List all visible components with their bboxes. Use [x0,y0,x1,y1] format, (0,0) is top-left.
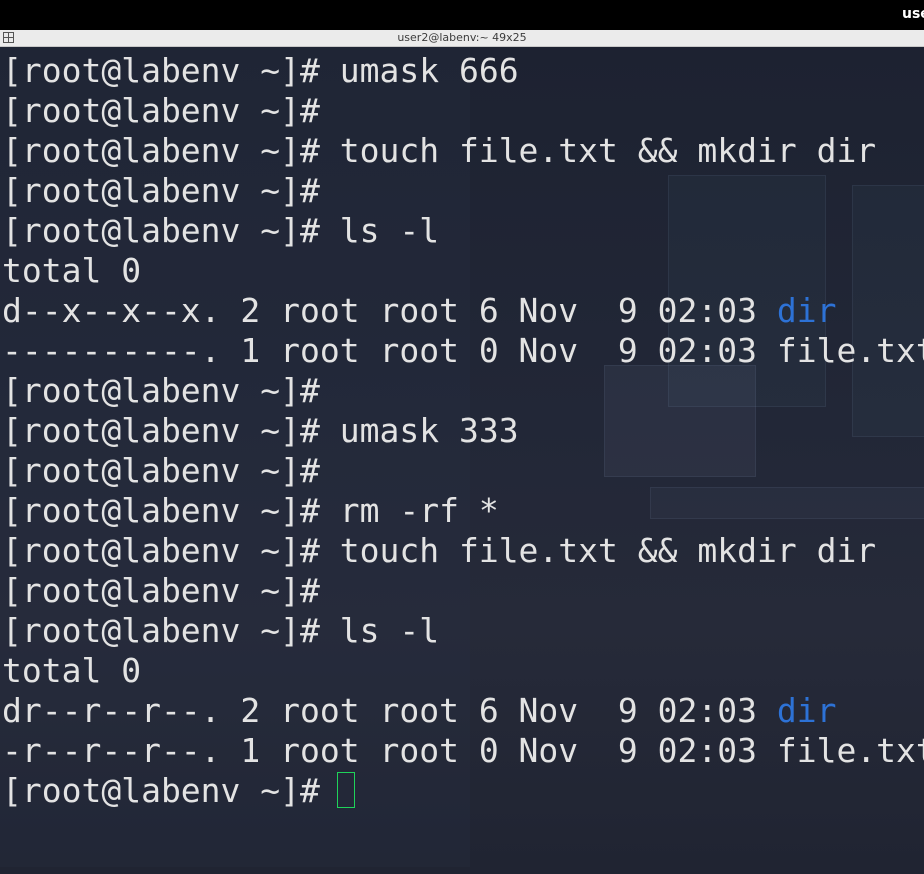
terminal-lines: [root@labenv ~]# umask 666 [root@labenv ~… [2,51,924,811]
terminal-line-text: [root@labenv ~]# [2,171,320,210]
terminal-line: dr--r--r--. 2 root root 6 Nov 9 02:03 di… [2,691,924,731]
terminal-line: total 0 [2,251,924,291]
directory-name: dir [776,291,837,330]
terminal-line-text: [root@labenv ~]# touch file.txt && mkdir… [2,131,877,170]
terminal-line: [root@labenv ~]# rm -rf * [2,491,924,531]
terminal-line: [root@labenv ~]# [2,371,924,411]
terminal-line-text: [root@labenv ~]# [2,451,320,490]
terminal-line-text: ----------. 1 root root 0 Nov 9 02:03 fi… [2,331,924,370]
terminal-line: [root@labenv ~]# [2,771,924,811]
system-user-indicator[interactable]: user2 [902,6,924,22]
terminal-line-text: [root@labenv ~]# umask 666 [2,51,519,90]
terminal-line: [root@labenv ~]# umask 333 [2,411,924,451]
terminal-line: [root@labenv ~]# ls -l [2,611,924,651]
terminal-line: d--x--x--x. 2 root root 6 Nov 9 02:03 di… [2,291,924,331]
terminal-line: ----------. 1 root root 0 Nov 9 02:03 fi… [2,331,924,371]
terminal-line-text: [root@labenv ~]# [2,571,320,610]
terminal-cursor [336,772,355,808]
terminal-line-text: [root@labenv ~]# touch file.txt && mkdir… [2,531,877,570]
terminal-line: [root@labenv ~]# ls -l [2,211,924,251]
terminal-line-text: d--x--x--x. 2 root root 6 Nov 9 02:03 [2,291,777,330]
terminal-line: [root@labenv ~]# [2,91,924,131]
terminal-line: [root@labenv ~]# [2,571,924,611]
terminal-line-text: [root@labenv ~]# [2,91,320,130]
terminal-title-bar[interactable]: user2@labenv:~ 49x25 [0,30,924,47]
terminal-line-text: [root@labenv ~]# [2,371,320,410]
system-top-bar: user2 [0,0,924,30]
terminal-output[interactable]: [root@labenv ~]# umask 666 [root@labenv ~… [0,47,924,874]
terminal-line: total 0 [2,651,924,691]
terminal-line-text: [root@labenv ~]# [2,771,320,810]
terminal-line-text: [root@labenv ~]# rm -rf * [2,491,499,530]
terminal-line: [root@labenv ~]# touch file.txt && mkdir… [2,531,924,571]
terminal-line-text: [root@labenv ~]# ls -l [2,211,440,250]
terminal-line-text: dr--r--r--. 2 root root 6 Nov 9 02:03 [2,691,777,730]
terminal-line-text: total 0 [2,251,142,290]
terminal-line-text: -r--r--r--. 1 root root 0 Nov 9 02:03 fi… [2,731,924,770]
terminal-line: -r--r--r--. 1 root root 0 Nov 9 02:03 fi… [2,731,924,771]
directory-name: dir [776,691,837,730]
window-title: user2@labenv:~ 49x25 [397,31,527,44]
terminal-line: [root@labenv ~]# [2,171,924,211]
terminal-line-text: [root@labenv ~]# ls -l [2,611,440,650]
terminal-line: [root@labenv ~]# umask 666 [2,51,924,91]
terminal-line-text: [root@labenv ~]# umask 333 [2,411,519,450]
terminal-line: [root@labenv ~]# [2,451,924,491]
terminal-line: [root@labenv ~]# touch file.txt && mkdir… [2,131,924,171]
terminal-line-text: total 0 [2,651,142,690]
